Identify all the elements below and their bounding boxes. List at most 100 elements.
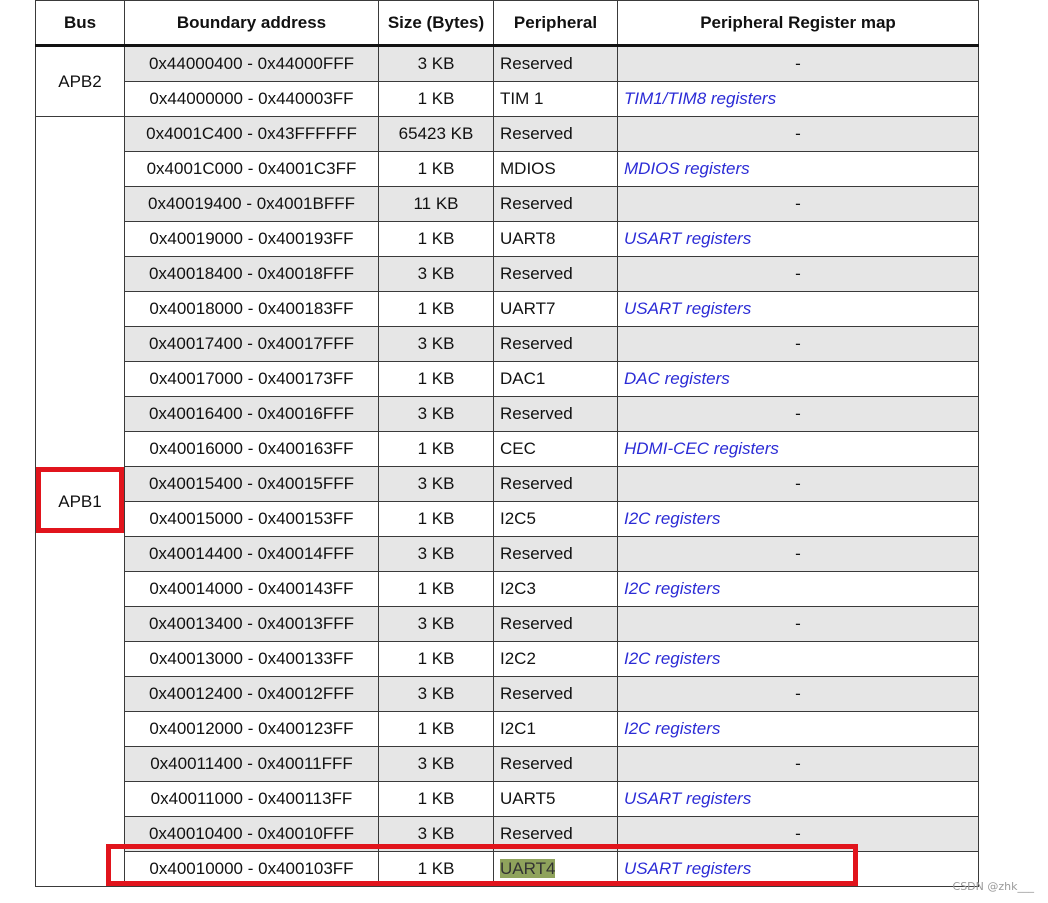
register-map-link[interactable]: I2C registers (624, 509, 720, 528)
peripheral-cell: MDIOS (493, 151, 618, 187)
register-map-link[interactable]: USART registers (624, 229, 751, 248)
table-body: APB2 0x44000400 - 0x44000FFF 3 KB Reserved -… (35, 45, 979, 887)
size-cell: 3 KB (378, 816, 494, 852)
register-map-cell: - (617, 606, 979, 642)
size-cell: 1 KB (378, 291, 494, 327)
boundary-address-cell: 0x44000400 - 0x44000FFF (124, 45, 379, 82)
table-row: 0x40010000 - 0x400103FF 1 KB UART4 USART re… (36, 851, 979, 887)
peripheral-cell: Reserved (493, 326, 618, 362)
register-map-link[interactable]: I2C registers (624, 579, 720, 598)
register-map-cell: - (617, 45, 979, 82)
boundary-address-cell: 0x44000000 - 0x440003FF (124, 81, 379, 117)
boundary-address-cell: 0x4001C400 - 0x43FFFFFF (124, 116, 379, 152)
size-cell: 3 KB (378, 676, 494, 712)
register-map-link[interactable]: MDIOS registers (624, 159, 750, 178)
size-cell: 1 KB (378, 571, 494, 607)
boundary-address-cell: 0x40018400 - 0x40018FFF (124, 256, 379, 292)
register-map-link[interactable]: USART registers (624, 789, 751, 808)
size-cell: 1 KB (378, 221, 494, 257)
table-row: 0x40019400 - 0x4001BFFF 11 KB Reserved - (36, 186, 979, 222)
boundary-address-cell: 0x40010000 - 0x400103FF (124, 851, 379, 887)
size-cell: 1 KB (378, 501, 494, 537)
register-map-cell: USART registers (617, 781, 979, 817)
table-row: 0x40018400 - 0x40018FFF 3 KB Reserved - (36, 256, 979, 292)
size-cell: 3 KB (378, 536, 494, 572)
size-cell: 65423 KB (378, 116, 494, 152)
register-map-cell: I2C registers (617, 711, 979, 747)
table-row: 0x40019000 - 0x400193FF 1 KB UART8 USART re… (36, 221, 979, 257)
size-cell: 1 KB (378, 361, 494, 397)
peripheral-cell: Reserved (493, 536, 618, 572)
table-row: 0x40012000 - 0x400123FF 1 KB I2C1 I2C regis… (36, 711, 979, 747)
size-cell: 1 KB (378, 711, 494, 747)
peripheral-cell: Reserved (493, 116, 618, 152)
highlighted-peripheral-text: UART4 (500, 859, 556, 878)
table-row: 0x40011000 - 0x400113FF 1 KB UART5 USART re… (36, 781, 979, 817)
boundary-address-cell: 0x40015000 - 0x400153FF (124, 501, 379, 537)
size-cell: 3 KB (378, 396, 494, 432)
watermark: CSDN @zhk___ (952, 880, 1034, 893)
register-map-link[interactable]: I2C registers (624, 649, 720, 668)
boundary-address-cell: 0x40019400 - 0x4001BFFF (124, 186, 379, 222)
peripheral-cell: I2C3 (493, 571, 618, 607)
register-map-cell: I2C registers (617, 571, 979, 607)
peripheral-cell: Reserved (493, 45, 618, 82)
table-row: APB2 0x44000400 - 0x44000FFF 3 KB Reserved - (35, 45, 979, 117)
register-map-link[interactable]: TIM1/TIM8 registers (624, 89, 776, 108)
size-cell: 1 KB (378, 851, 494, 887)
register-map-cell: - (617, 466, 979, 502)
peripheral-cell: UART7 (493, 291, 618, 327)
table-row: 0x40011400 - 0x40011FFF 3 KB Reserved - (36, 746, 979, 782)
register-map-cell: - (617, 326, 979, 362)
register-map-cell: USART registers (617, 291, 979, 327)
header-bus: Bus (35, 0, 125, 47)
header-boundary-address: Boundary address (124, 0, 379, 47)
table-row: 0x40014000 - 0x400143FF 1 KB I2C3 I2C regis… (36, 571, 979, 607)
peripheral-cell: UART4 (493, 851, 618, 887)
register-map-cell: - (617, 676, 979, 712)
boundary-address-cell: 0x40017000 - 0x400173FF (124, 361, 379, 397)
boundary-address-cell: 0x40015400 - 0x40015FFF (124, 466, 379, 502)
peripheral-cell: CEC (493, 431, 618, 467)
table-row: APB1 0x4001C400 - 0x43FFFFFF 65423 KB Reser… (35, 116, 979, 887)
size-cell: 1 KB (378, 81, 494, 117)
boundary-address-cell: 0x40013000 - 0x400133FF (124, 641, 379, 677)
size-cell: 1 KB (378, 781, 494, 817)
register-map-cell: - (617, 116, 979, 152)
peripheral-cell: Reserved (493, 676, 618, 712)
peripheral-cell: TIM 1 (493, 81, 618, 117)
peripheral-cell: Reserved (493, 606, 618, 642)
register-map-cell: USART registers (617, 851, 979, 887)
table-row: 0x40016400 - 0x40016FFF 3 KB Reserved - (36, 396, 979, 432)
header-size: Size (Bytes) (378, 0, 494, 47)
header-register-map: Peripheral Register map (617, 0, 979, 47)
table-row: 0x40013400 - 0x40013FFF 3 KB Reserved - (36, 606, 979, 642)
bus-cell-apb1: APB1 (35, 116, 125, 887)
register-map-cell: MDIOS registers (617, 151, 979, 187)
boundary-address-cell: 0x40014400 - 0x40014FFF (124, 536, 379, 572)
size-cell: 1 KB (378, 151, 494, 187)
boundary-address-cell: 0x40017400 - 0x40017FFF (124, 326, 379, 362)
table-row: 0x40013000 - 0x400133FF 1 KB I2C2 I2C regis… (36, 641, 979, 677)
peripheral-cell: Reserved (493, 746, 618, 782)
register-map-cell: I2C registers (617, 641, 979, 677)
table-row: 0x40010400 - 0x40010FFF 3 KB Reserved - (36, 816, 979, 852)
size-cell: 3 KB (378, 606, 494, 642)
peripheral-cell: Reserved (493, 396, 618, 432)
boundary-address-cell: 0x40011400 - 0x40011FFF (124, 746, 379, 782)
memory-map-table: Bus Boundary address Size (Bytes) Periph… (35, 0, 979, 887)
size-cell: 1 KB (378, 641, 494, 677)
register-map-cell: - (617, 186, 979, 222)
register-map-link[interactable]: I2C registers (624, 719, 720, 738)
size-cell: 1 KB (378, 431, 494, 467)
boundary-address-cell: 0x40012400 - 0x40012FFF (124, 676, 379, 712)
table-row: 0x40016000 - 0x400163FF 1 KB CEC HDMI-CEC r… (36, 431, 979, 467)
register-map-link[interactable]: HDMI-CEC registers (624, 439, 779, 458)
register-map-link[interactable]: DAC registers (624, 369, 730, 388)
size-cell: 3 KB (378, 45, 494, 82)
memory-map-table-container: Bus Boundary address Size (Bytes) Periph… (35, 0, 979, 887)
register-map-link[interactable]: USART registers (624, 299, 751, 318)
peripheral-cell: I2C5 (493, 501, 618, 537)
register-map-link[interactable]: USART registers (624, 859, 751, 878)
register-map-cell: - (617, 746, 979, 782)
